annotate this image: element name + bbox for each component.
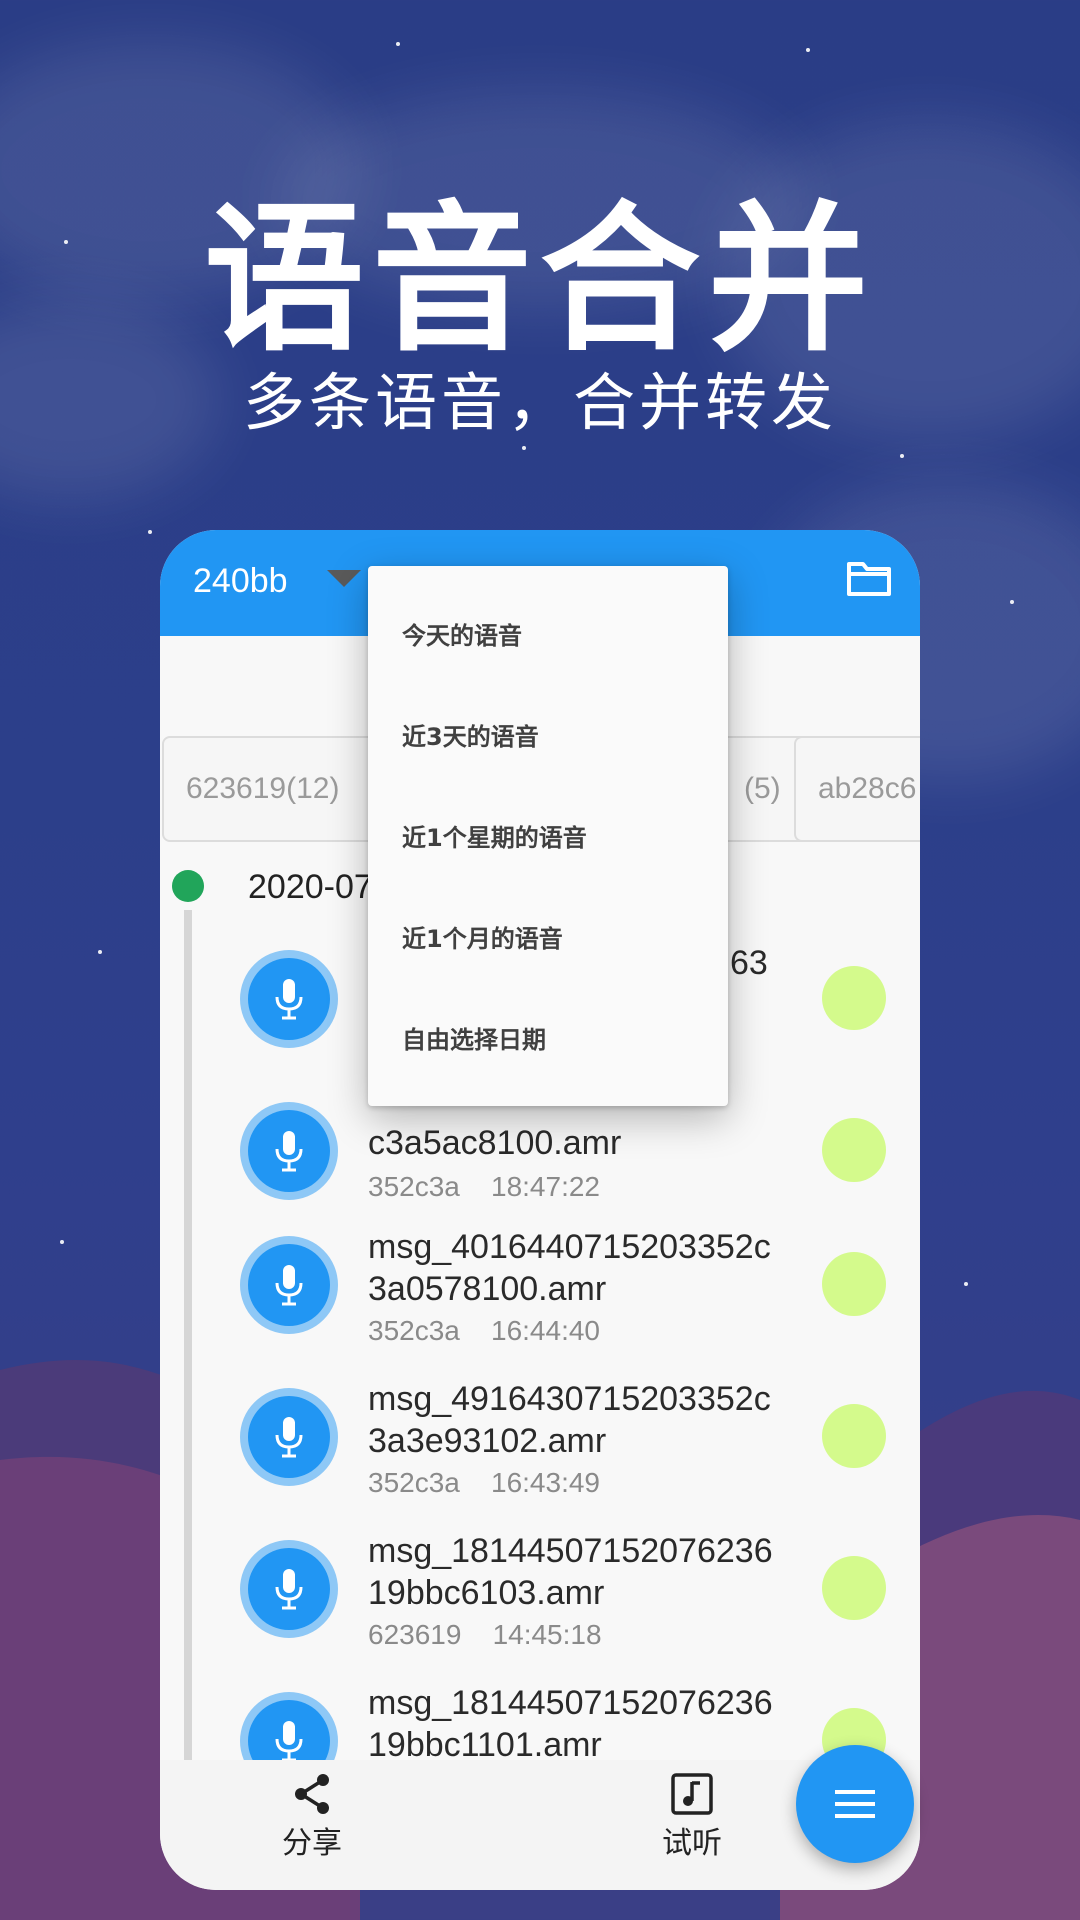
- list-item[interactable]: msg_1814450715207623619bbc1101.amr: [160, 1682, 920, 1760]
- play-button[interactable]: [248, 1548, 330, 1630]
- promo-subtitle: 多条语音，合并转发: [242, 366, 837, 439]
- item-filename: msg_4016440715203352c3a0578100.amr: [368, 1228, 771, 1308]
- list-item[interactable]: msg_4016440715203352c3a0578100.amr 352c3…: [160, 1226, 920, 1378]
- menu-item-1-month[interactable]: 近1个月的语音: [368, 889, 728, 989]
- select-dot[interactable]: [822, 1252, 886, 1316]
- item-filename: msg_4916430715203352c3a3e93102.amr: [368, 1380, 771, 1460]
- select-dot[interactable]: [822, 1118, 886, 1182]
- play-button[interactable]: [248, 1700, 330, 1760]
- item-filename: c3a5ac8100.amr: [368, 1124, 622, 1162]
- item-meta: 352c3a 16:44:40: [368, 1312, 600, 1350]
- item-filename: msg_1814450715207623619bbc1101.amr: [368, 1684, 773, 1760]
- listen-label: 试听: [662, 1826, 722, 1861]
- menu-fab-button[interactable]: [796, 1745, 914, 1863]
- play-button[interactable]: [248, 1396, 330, 1478]
- account-title[interactable]: 240bb: [193, 556, 288, 606]
- date-label: 2020-07: [248, 868, 373, 906]
- promo-title: 语音合并: [203, 186, 876, 373]
- list-item[interactable]: msg_1814450715207623619bbc6103.amr 62361…: [160, 1530, 920, 1682]
- menu-item-custom-date[interactable]: 自由选择日期: [368, 990, 728, 1090]
- hamburger-menu-icon: [835, 1790, 875, 1818]
- item-meta: 352c3a 18:47:22: [368, 1168, 600, 1206]
- select-dot[interactable]: [822, 1404, 886, 1468]
- music-note-icon: [671, 1773, 713, 1815]
- microphone-icon: [275, 1265, 303, 1306]
- share-label: 分享: [282, 1826, 342, 1861]
- item-meta: 623619 14:45:18: [368, 1616, 602, 1654]
- list-item[interactable]: msg_4916430715203352c3a3e93102.amr 352c3…: [160, 1378, 920, 1530]
- microphone-icon: [275, 979, 303, 1020]
- chip-contact[interactable]: 623619(12): [162, 736, 394, 842]
- listen-button[interactable]: 试听: [632, 1772, 752, 1882]
- chip-contact[interactable]: ab28c6: [794, 736, 920, 842]
- item-user: 352c3a: [368, 1467, 460, 1498]
- item-time: 16:43:49: [491, 1467, 600, 1498]
- item-time: 18:47:22: [491, 1171, 600, 1202]
- play-button[interactable]: [248, 958, 330, 1040]
- folder-icon[interactable]: [846, 558, 892, 598]
- select-dot[interactable]: [822, 966, 886, 1030]
- date-dot: [172, 870, 204, 902]
- caret-down-icon[interactable]: [327, 570, 361, 587]
- microphone-icon: [275, 1417, 303, 1458]
- date-filter-menu: 今天的语音 近3天的语音 近1个星期的语音 近1个月的语音 自由选择日期: [368, 566, 728, 1106]
- item-user: 623619: [368, 1619, 462, 1650]
- microphone-icon: [275, 1721, 303, 1760]
- play-button[interactable]: [248, 1244, 330, 1326]
- list-item[interactable]: c3a5ac8100.amr 352c3a 18:47:22: [160, 1092, 920, 1244]
- menu-item-3-days[interactable]: 近3天的语音: [368, 687, 728, 787]
- item-filename: msg_1814450715207623619bbc6103.amr: [368, 1532, 773, 1612]
- item-time: 14:45:18: [492, 1619, 602, 1650]
- item-time: 16:44:40: [491, 1315, 600, 1346]
- item-filename: 63: [730, 944, 768, 982]
- select-dot[interactable]: [822, 1556, 886, 1620]
- item-user: 352c3a: [368, 1171, 460, 1202]
- item-user: 352c3a: [368, 1315, 460, 1346]
- menu-item-1-week[interactable]: 近1个星期的语音: [368, 788, 728, 888]
- play-button[interactable]: [248, 1110, 330, 1192]
- share-icon: [295, 1774, 329, 1814]
- menu-item-today[interactable]: 今天的语音: [368, 586, 728, 686]
- microphone-icon: [275, 1569, 303, 1610]
- item-meta: 352c3a 16:43:49: [368, 1464, 600, 1502]
- share-button[interactable]: 分享: [252, 1772, 372, 1882]
- microphone-icon: [275, 1131, 303, 1172]
